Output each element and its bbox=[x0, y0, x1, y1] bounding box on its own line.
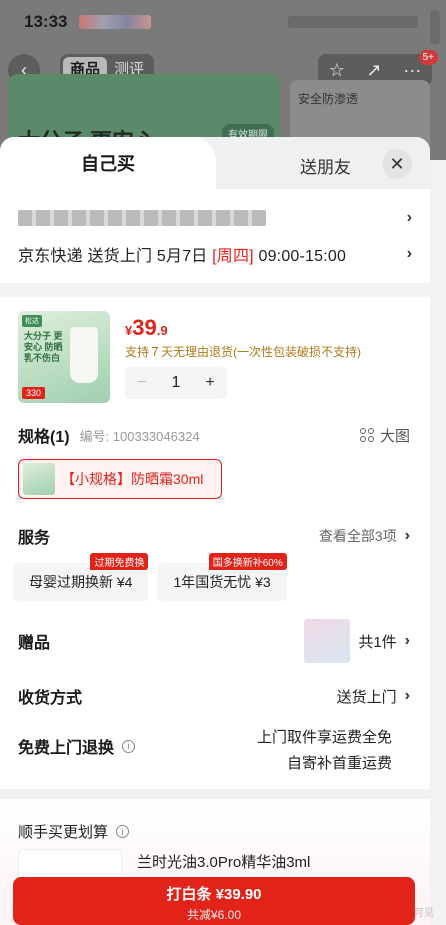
product-page-backdrop: 13:33 ‹ 商品 测评 ☆ ↗ ··· 5+ 大分子 更安心 有效期限 安全… bbox=[0, 0, 446, 164]
blurred-address bbox=[18, 210, 266, 226]
price-integer: 39 bbox=[132, 315, 157, 340]
gift-thumbnail bbox=[304, 619, 351, 663]
scroll-indicator bbox=[430, 10, 440, 44]
big-image-label: 大图 bbox=[379, 427, 410, 445]
service-option-label: 母婴过期换新 ¥4 bbox=[29, 574, 133, 590]
product-section: 松达 大分子 更安心 防晒乳不伤白 330 ¥39.9 支持７天无理由退货(一次… bbox=[0, 297, 430, 789]
chevron-right-icon: › bbox=[406, 245, 412, 262]
receive-method-row[interactable]: 收货方式 送货上门 › bbox=[18, 681, 410, 711]
service-label: 服务 bbox=[18, 530, 51, 547]
quantity-value[interactable]: 1 bbox=[159, 367, 193, 399]
info-icon[interactable]: i bbox=[122, 739, 136, 753]
view-all-services[interactable]: 查看全部3项 › bbox=[319, 526, 410, 546]
free-return-label: 免费上门退换 bbox=[18, 740, 115, 757]
status-time: 13:33 bbox=[24, 12, 68, 31]
quantity-stepper: − 1 + bbox=[125, 367, 227, 399]
grid-icon bbox=[359, 428, 374, 442]
divider bbox=[0, 283, 430, 297]
purchase-sheet: 自己买 送朋友 ✕ › 京东快递 送货上门 5月7日 [周四] 09:00-15… bbox=[0, 137, 430, 925]
address-section[interactable]: › 京东快递 送货上门 5月7日 [周四] 09:00-15:00 › bbox=[0, 189, 430, 283]
chevron-right-icon: › bbox=[404, 527, 410, 544]
pay-discount-label: 共减¥6.00 bbox=[186, 908, 242, 922]
service-option[interactable]: 母婴过期换新 ¥4 过期免费换 bbox=[13, 553, 149, 601]
receive-method-label: 收货方式 bbox=[18, 690, 83, 707]
delivery-window: 09:00-15:00 bbox=[253, 248, 347, 265]
pay-button-label: 打白条 ¥39.90 bbox=[166, 886, 262, 903]
spec-header: 规格(1) 编号: 100333046324 大图 bbox=[18, 421, 410, 449]
delivery-weekday: [周四] bbox=[212, 248, 254, 265]
spec-title: 规格(1) bbox=[18, 429, 70, 446]
receive-method-text: 送货上门 bbox=[336, 688, 397, 706]
star-icon[interactable]: ☆ bbox=[329, 60, 345, 81]
status-bar: 13:33 bbox=[0, 0, 446, 44]
spec-code: 编号: 100333046324 bbox=[79, 428, 200, 444]
product-image[interactable]: 松达 大分子 更安心 防晒乳不伤白 330 bbox=[18, 311, 110, 403]
delivery-row[interactable]: 京东快递 送货上门 5月7日 [周四] 09:00-15:00 › bbox=[18, 239, 412, 269]
promo-title-text: 顺手买更划算 bbox=[18, 824, 109, 841]
notification-badge: 5+ bbox=[418, 50, 438, 65]
chevron-right-icon: › bbox=[406, 209, 412, 226]
close-icon[interactable]: ✕ bbox=[382, 149, 412, 179]
view-all-label: 查看全部3项 bbox=[318, 528, 397, 544]
gift-label: 赠品 bbox=[18, 635, 51, 652]
big-image-button[interactable]: 大图 bbox=[359, 425, 410, 446]
more-icon[interactable]: ··· bbox=[403, 60, 421, 81]
spec-option-selected[interactable]: 【小规格】防晒霜30ml bbox=[18, 459, 222, 499]
service-tag: 过期免费换 bbox=[90, 553, 149, 570]
product-logo: 松达 bbox=[22, 315, 42, 327]
service-tag: 国多换新补60% bbox=[208, 553, 287, 570]
gift-count: 共1件 bbox=[358, 633, 397, 651]
status-blurred-right bbox=[288, 16, 418, 28]
service-row: 服务 查看全部3项 › bbox=[18, 523, 410, 549]
free-return-details: 上门取件享运费全免 自寄补首重运费 bbox=[257, 725, 392, 777]
free-return-line: 上门取件享运费全免 bbox=[256, 729, 392, 746]
promo-title: 顺手买更划算 i bbox=[18, 821, 130, 842]
return-policy-note: 支持７天无理由退货(一次性包装破损不支持) bbox=[125, 345, 361, 359]
product-image-price: 330 bbox=[22, 387, 46, 399]
promo-item-name[interactable]: 兰时光油3.0Pro精华油3ml bbox=[137, 851, 310, 872]
chevron-right-icon: › bbox=[404, 687, 410, 704]
chevron-right-icon: › bbox=[404, 632, 410, 649]
spec-option-label: 【小规格】防晒霜30ml bbox=[61, 471, 204, 487]
receive-method-value: 送货上门 › bbox=[337, 686, 410, 707]
price-decimal: .9 bbox=[156, 323, 168, 338]
pay-button[interactable]: 打白条 ¥39.90 共减¥6.00 bbox=[13, 877, 415, 925]
tab-send-to-friend[interactable]: 送朋友 bbox=[300, 153, 351, 178]
service-options: 母婴过期换新 ¥4 过期免费换 1年国货无忧 ¥3 国多换新补60% bbox=[13, 553, 287, 601]
increase-button[interactable]: + bbox=[193, 367, 227, 399]
decrease-button[interactable]: − bbox=[125, 367, 159, 399]
sheet-tabs: 自己买 送朋友 ✕ bbox=[0, 137, 430, 189]
service-option[interactable]: 1年国货无忧 ¥3 国多换新补60% bbox=[157, 553, 287, 601]
spec-thumbnail bbox=[23, 463, 55, 495]
address-row[interactable]: › bbox=[18, 203, 412, 233]
gift-row[interactable]: 赠品 共1件 › bbox=[18, 617, 410, 665]
tab-buy-for-self[interactable]: 自己买 bbox=[0, 137, 216, 189]
status-blurred-icons bbox=[79, 15, 152, 29]
info-icon[interactable]: i bbox=[116, 825, 130, 838]
share-icon[interactable]: ↗ bbox=[367, 60, 382, 81]
delivery-time: 京东快递 送货上门 5月7日 [周四] 09:00-15:00 bbox=[18, 242, 346, 266]
product-tube bbox=[70, 327, 98, 383]
service-option-label: 1年国货无忧 ¥3 bbox=[173, 574, 271, 590]
product-price: ¥39.9 bbox=[125, 315, 168, 341]
watermark: 可见 bbox=[414, 908, 434, 919]
side-card-text: 安全防渗透 bbox=[298, 92, 359, 106]
product-image-caption: 大分子 更安心 防晒乳不伤白 bbox=[24, 331, 63, 363]
free-return-line: 自寄补首重运费 bbox=[286, 755, 392, 772]
delivery-text: 京东快递 送货上门 5月7日 bbox=[18, 248, 213, 265]
gift-value: 共1件 › bbox=[304, 619, 410, 663]
